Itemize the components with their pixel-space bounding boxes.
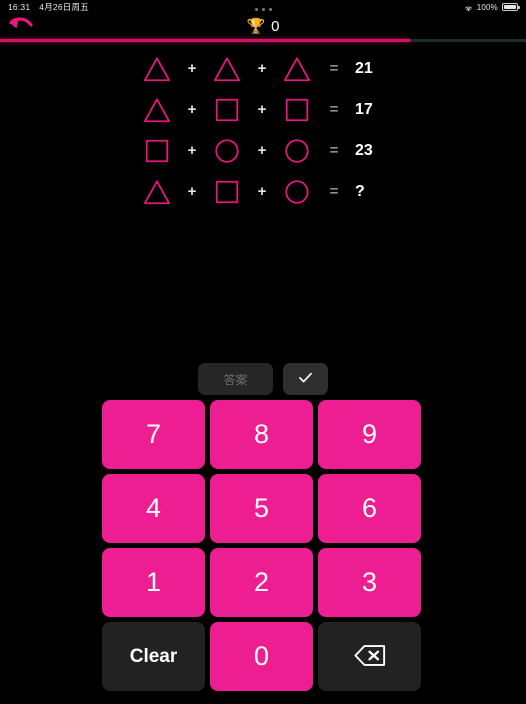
back-button[interactable]	[6, 16, 36, 41]
trophy-icon: 🏆	[246, 18, 266, 35]
equation-result: 21	[355, 59, 373, 77]
equals-operator: =	[329, 142, 339, 159]
key-4[interactable]: 4	[102, 474, 205, 543]
plus-operator: +	[257, 60, 267, 77]
equation-result: 23	[355, 141, 373, 159]
key-9[interactable]: 9	[318, 400, 421, 469]
shape-triangle-icon	[135, 96, 179, 124]
key-3[interactable]: 3	[318, 548, 421, 617]
score-display: 🏆 0	[0, 14, 526, 39]
key-0[interactable]: 0	[210, 622, 313, 691]
equation-row: + + = 21	[0, 48, 526, 89]
multitask-dots-icon[interactable]	[0, 8, 526, 11]
key-5[interactable]: 5	[210, 474, 313, 543]
plus-operator: +	[257, 183, 267, 200]
key-7[interactable]: 7	[102, 400, 205, 469]
shape-triangle-icon	[205, 55, 249, 83]
equation-result: 17	[355, 100, 373, 118]
plus-operator: +	[187, 101, 197, 118]
status-date: 4月26日周五	[39, 2, 89, 12]
equation-row: + + = 17	[0, 89, 526, 130]
plus-operator: +	[187, 142, 197, 159]
equation-row: + + = 23	[0, 130, 526, 171]
equals-operator: =	[329, 183, 339, 200]
equals-operator: =	[329, 60, 339, 77]
app-header: 🏆 0	[0, 14, 526, 39]
numeric-keypad: 7 8 9 4 5 6 1 2 3 Clear 0	[102, 400, 422, 691]
plus-operator: +	[187, 183, 197, 200]
submit-button[interactable]	[283, 363, 328, 395]
shape-triangle-icon	[135, 178, 179, 206]
answer-button[interactable]: 答案	[198, 363, 273, 395]
back-arrow-icon	[8, 16, 34, 41]
key-6[interactable]: 6	[318, 474, 421, 543]
backspace-icon	[353, 644, 386, 670]
checkmark-icon	[297, 369, 314, 389]
key-2[interactable]: 2	[210, 548, 313, 617]
progress-bar-fill	[0, 39, 411, 42]
shape-circle-icon	[275, 178, 319, 206]
plus-operator: +	[187, 60, 197, 77]
equals-operator: =	[329, 101, 339, 118]
status-bar: 16:31 4月26日周五 100%	[0, 0, 526, 14]
equation-row: + + =?	[0, 171, 526, 212]
puzzle-equations: + + = 21 + + = 17 + + = 23 + + =?	[0, 48, 526, 212]
action-button-row: 答案	[0, 363, 526, 395]
shape-triangle-icon	[135, 55, 179, 83]
plus-operator: +	[257, 142, 267, 159]
score-value: 0	[271, 18, 280, 35]
plus-operator: +	[257, 101, 267, 118]
shape-square-icon	[205, 178, 249, 206]
equation-result: ?	[355, 182, 365, 200]
key-1[interactable]: 1	[102, 548, 205, 617]
key-clear[interactable]: Clear	[102, 622, 205, 691]
shape-circle-icon	[275, 137, 319, 165]
status-bar-left: 16:31 4月26日周五	[8, 1, 89, 13]
shape-circle-icon	[205, 137, 249, 165]
shape-square-icon	[135, 137, 179, 165]
shape-square-icon	[275, 96, 319, 124]
progress-bar-track	[0, 39, 526, 42]
shape-triangle-icon	[275, 55, 319, 83]
shape-square-icon	[205, 96, 249, 124]
app-root: 16:31 4月26日周五 100% 🏆 0 + + = 21 + + = 17…	[0, 0, 526, 704]
key-backspace[interactable]	[318, 622, 421, 691]
key-8[interactable]: 8	[210, 400, 313, 469]
